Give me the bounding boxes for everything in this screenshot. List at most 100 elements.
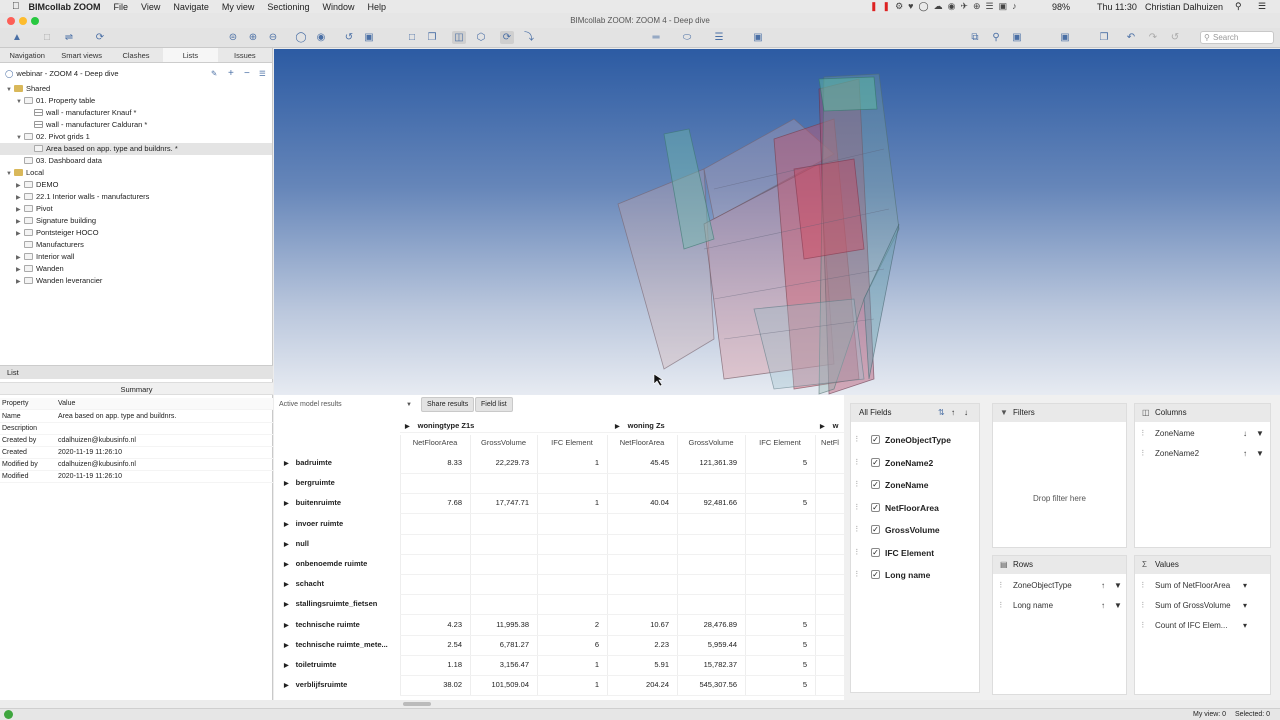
- chevron-right-icon[interactable]: ▶: [284, 643, 289, 649]
- zoom-area-icon[interactable]: ▣: [1010, 31, 1024, 44]
- drag-handle-icon[interactable]: ⠇: [855, 547, 861, 559]
- chevron-right-icon[interactable]: ▶: [16, 276, 24, 288]
- chevron-right-icon[interactable]: ▶: [284, 683, 289, 689]
- dropdown-icon[interactable]: ▾: [1243, 600, 1247, 612]
- walk-icon[interactable]: ⤵: [522, 31, 536, 44]
- remove-icon[interactable]: ⊖: [266, 31, 280, 44]
- tree-item[interactable]: wall - manufacturer Calduran *: [0, 119, 272, 131]
- menu-file[interactable]: File: [114, 2, 129, 12]
- 3d-viewport[interactable]: [274, 49, 1280, 395]
- redo-icon[interactable]: ↷: [1146, 31, 1160, 44]
- tree-item[interactable]: ▶ Signature building: [0, 215, 272, 227]
- field-chip[interactable]: Long name: [1013, 600, 1098, 612]
- pivot-row-header[interactable]: ▶ technische ruimte_mete...: [284, 639, 388, 652]
- shape-icon[interactable]: ⬭: [680, 31, 694, 44]
- tree-item[interactable]: ▼ 01. Property table: [0, 95, 272, 107]
- column-header[interactable]: NetFl: [815, 437, 845, 449]
- layers-icon[interactable]: ☰: [712, 31, 726, 44]
- menu-navigate[interactable]: Navigate: [173, 2, 209, 12]
- model-results-select[interactable]: Active model results ▼: [276, 399, 414, 411]
- xray-icon[interactable]: ◉: [314, 31, 328, 44]
- tab-navigation[interactable]: Navigation: [0, 48, 54, 62]
- pivot-row-header[interactable]: ▶ stallingsruimte_fietsen: [284, 598, 377, 611]
- tree-item[interactable]: ▶ Wanden: [0, 263, 272, 275]
- drag-handle-icon[interactable]: ⠇: [855, 524, 861, 536]
- close-window-button[interactable]: [7, 17, 15, 25]
- chevron-right-icon[interactable]: ▶: [615, 424, 620, 430]
- field-label[interactable]: ZoneName: [885, 479, 928, 491]
- column-header[interactable]: IFC Element: [537, 437, 607, 449]
- tree-item[interactable]: ▶ Pivot: [0, 203, 272, 215]
- field-chip[interactable]: Sum of NetFloorArea: [1155, 580, 1240, 592]
- share-icon[interactable]: ⟳: [93, 31, 107, 44]
- zoom-icon[interactable]: ⚲: [989, 31, 1003, 44]
- field-checkbox[interactable]: ✓: [871, 435, 880, 444]
- field-checkbox[interactable]: ✓: [871, 502, 880, 512]
- sort-asc-icon[interactable]: ↑: [951, 404, 955, 422]
- app-menu[interactable]: BIMcollab ZOOM: [29, 2, 101, 12]
- tree-item[interactable]: 03. Dashboard data: [0, 155, 272, 167]
- drag-handle-icon[interactable]: ⠇: [1141, 448, 1147, 460]
- field-chip[interactable]: Count of IFC Elem...: [1155, 620, 1240, 632]
- chevron-right-icon[interactable]: ▶: [284, 663, 289, 669]
- field-list-button[interactable]: Field list: [475, 397, 513, 412]
- chevron-right-icon[interactable]: ▶: [284, 481, 289, 487]
- chevron-right-icon[interactable]: ▶: [284, 562, 289, 568]
- pivot-row-header[interactable]: ▶ toiletruimte: [284, 659, 336, 672]
- drag-handle-icon[interactable]: ⠇: [1141, 428, 1147, 440]
- measure-icon[interactable]: ═: [649, 31, 663, 44]
- column-header[interactable]: GrossVolume: [677, 437, 745, 449]
- undo-icon[interactable]: ↶: [1124, 31, 1138, 44]
- pivot-row-header[interactable]: ▶ schacht: [284, 578, 324, 591]
- field-checkbox[interactable]: ✓: [871, 457, 880, 467]
- clock[interactable]: Thu 11:30: [1097, 2, 1137, 12]
- chevron-right-icon[interactable]: ▶: [284, 461, 289, 467]
- tree-item[interactable]: ▼ 02. Pivot grids 1: [0, 131, 272, 143]
- display-icon[interactable]: ▣: [1058, 31, 1072, 44]
- record-icon[interactable]: ❚❚: [870, 1, 895, 11]
- drag-handle-icon[interactable]: ⠇: [999, 580, 1005, 592]
- sort-asc-icon[interactable]: ↑: [1243, 448, 1247, 460]
- pivot-row-header[interactable]: ▶ verblijfsruimte: [284, 679, 347, 692]
- orbit-icon[interactable]: ⟳: [500, 31, 514, 44]
- chevron-right-icon[interactable]: ▶: [284, 582, 289, 588]
- tab-clashes[interactable]: Clashes: [109, 48, 163, 62]
- tree-item[interactable]: ▶ DEMO: [0, 179, 272, 191]
- user-name[interactable]: Christian Dalhuizen: [1145, 2, 1223, 12]
- properties-icon[interactable]: ⇌: [62, 31, 76, 44]
- field-label[interactable]: ZoneName2: [885, 457, 933, 469]
- field-chip[interactable]: ZoneName2: [1155, 448, 1240, 460]
- column-header[interactable]: NetFloorArea: [400, 437, 470, 449]
- chevron-right-icon[interactable]: ▶: [284, 501, 289, 507]
- drag-handle-icon[interactable]: ⠇: [1141, 580, 1147, 592]
- tree-item[interactable]: Area based on app. type and buildnrs. *: [0, 143, 272, 155]
- tree-item[interactable]: ▶ 22.1 Interior walls - manufacturers: [0, 191, 272, 203]
- select-tool-icon[interactable]: ▲: [10, 31, 24, 44]
- pivot-row-header[interactable]: ▶ onbenoemde ruimte: [284, 558, 367, 571]
- field-checkbox[interactable]: ✓: [871, 547, 880, 557]
- view-2d-icon[interactable]: ◫: [452, 31, 466, 44]
- export-icon[interactable]: ❐: [1097, 31, 1111, 44]
- screenshot-icon[interactable]: ▣: [751, 31, 765, 44]
- history-icon[interactable]: ↺: [1168, 31, 1182, 44]
- add-icon[interactable]: ⊕: [246, 31, 260, 44]
- apple-icon[interactable]: : [12, 1, 20, 12]
- column-header[interactable]: GrossVolume: [470, 437, 537, 449]
- field-chip[interactable]: Sum of GrossVolume: [1155, 600, 1240, 612]
- pivot-row-header[interactable]: ▶ invoer ruimte: [284, 518, 343, 531]
- drag-handle-icon[interactable]: ⠇: [855, 457, 861, 469]
- filter-icon[interactable]: ▼: [1256, 448, 1264, 460]
- tree-item[interactable]: ▶ Interior wall: [0, 251, 272, 263]
- drag-handle-icon[interactable]: ⠇: [1141, 620, 1147, 632]
- drag-handle-icon[interactable]: ⠇: [999, 600, 1005, 612]
- box-icon[interactable]: □: [405, 31, 419, 44]
- tab-issues[interactable]: Issues: [218, 48, 272, 62]
- tree-item[interactable]: wall - manufacturer Knauf *: [0, 107, 272, 119]
- field-checkbox[interactable]: ✓: [871, 480, 880, 489]
- tree-item[interactable]: ▼ Shared: [0, 83, 272, 95]
- undo-view-icon[interactable]: ↺: [342, 31, 356, 44]
- drop-filter-zone[interactable]: Drop filter here: [993, 494, 1126, 503]
- drag-handle-icon[interactable]: ⠇: [1141, 600, 1147, 612]
- share-results-button[interactable]: Share results: [421, 397, 475, 412]
- drag-handle-icon[interactable]: ⠇: [855, 569, 861, 581]
